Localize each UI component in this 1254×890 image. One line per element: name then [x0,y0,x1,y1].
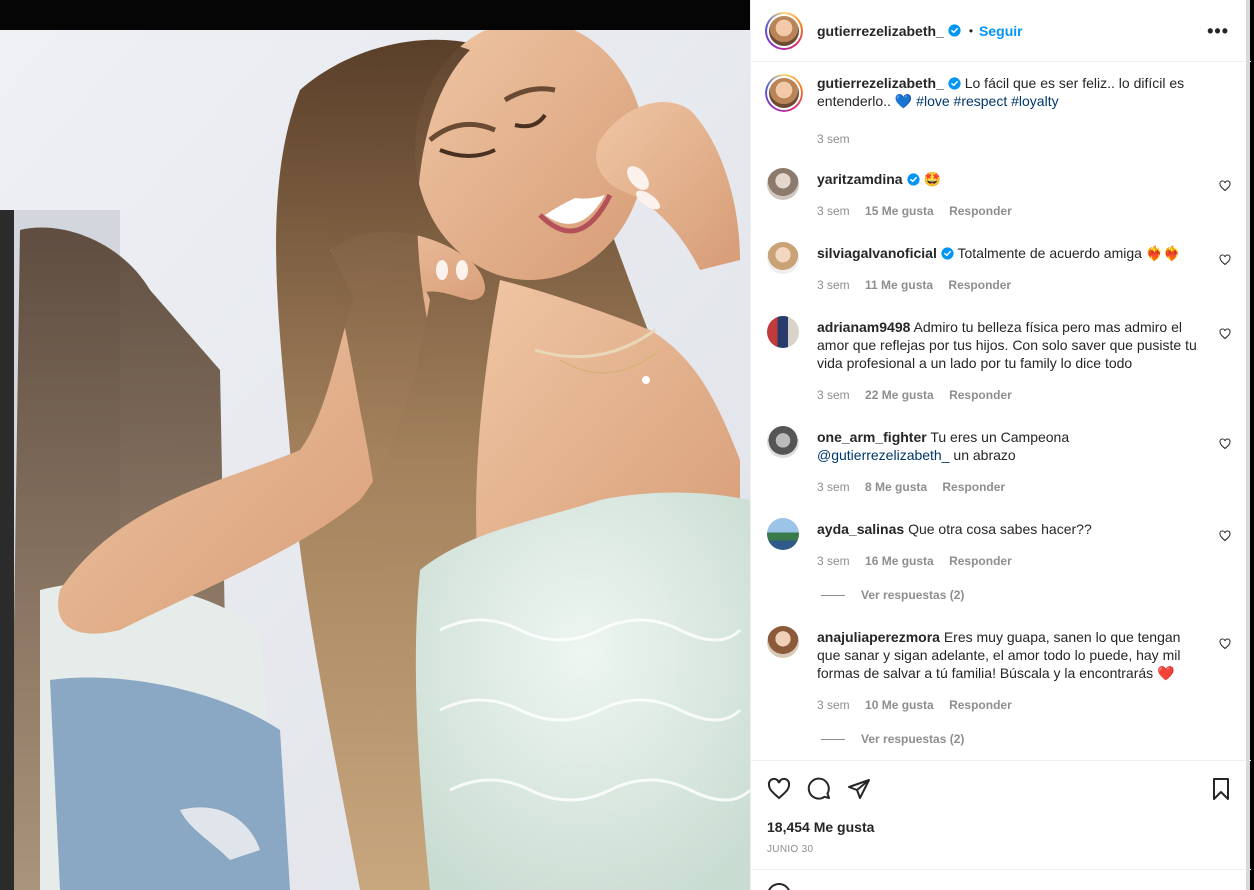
post-actions-footer: 18,454 Me gusta JUNIO 30 [751,760,1251,890]
comment-meta: 3 sem 10 Me gusta Responder [817,698,1024,712]
heart-icon[interactable] [767,777,791,801]
post-sidebar: gutierrezelizabeth_ • Seguir ••• gutierr… [750,0,1251,890]
commenter-username[interactable]: silviagalvanoficial [817,245,937,261]
caption-time[interactable]: 3 sem [817,132,850,146]
comment-meta: 3 sem 16 Me gusta Responder [817,554,1024,568]
caption-avatar[interactable] [765,74,803,112]
view-replies-label: Ver respuestas (2) [861,732,965,746]
emoji-icon[interactable] [767,883,791,890]
comment-text-continued: un abrazo [953,447,1016,463]
post-photo[interactable] [0,30,750,890]
author-avatar[interactable] [765,11,803,50]
comment-meta: 3 sem 8 Me gusta Responder [817,480,1017,494]
verified-badge-icon [941,247,954,260]
comment-time[interactable]: 3 sem [817,698,850,712]
replies-divider [821,739,845,741]
commenter-username[interactable]: one_arm_fighter [817,429,927,445]
more-options-icon[interactable]: ••• [1207,22,1229,40]
verified-badge-icon [948,77,961,90]
reply-button[interactable]: Responder [949,554,1012,568]
comment-meta: 3 sem 11 Me gusta Responder [817,278,1023,292]
comment-text: Que otra cosa sabes hacer?? [908,521,1092,537]
comment-body: yaritzamdina 🤩 [817,170,1203,188]
comment-likes[interactable]: 11 Me gusta [865,278,933,292]
commenter-avatar[interactable] [767,168,799,200]
view-replies-button[interactable]: Ver respuestas (2) [821,588,964,602]
like-comment-heart-icon[interactable] [1219,438,1231,450]
commenter-username[interactable]: yaritzamdina [817,171,903,187]
comment-text: Tu eres un Campeona [930,429,1070,445]
bookmark-icon[interactable] [1209,777,1233,801]
caption-username[interactable]: gutierrezelizabeth_ [817,75,944,91]
view-replies-button[interactable]: Ver respuestas (2) [821,732,964,746]
like-comment-heart-icon[interactable] [1219,328,1231,340]
share-icon[interactable] [847,777,871,801]
reply-button[interactable]: Responder [942,480,1005,494]
comment-meta: 3 sem 15 Me gusta Responder [817,204,1024,218]
like-comment-heart-icon[interactable] [1219,180,1231,192]
commenter-username[interactable]: adrianam9498 [817,319,910,335]
comment-body: adrianam9498 Admiro tu belleza física pe… [817,318,1203,372]
commenter-avatar[interactable] [767,316,799,348]
replies-divider [821,595,845,597]
comment-icon[interactable] [807,777,831,801]
scrollbar[interactable] [1246,0,1250,890]
action-bar [767,777,871,801]
post-media-panel [0,0,750,890]
view-replies-label: Ver respuestas (2) [861,588,965,602]
comment-body: anajuliaperezmora Eres muy guapa, sanen … [817,628,1203,682]
likes-count[interactable]: 18,454 Me gusta [767,819,874,835]
comment-likes[interactable]: 15 Me gusta [865,204,934,218]
comment-body: one_arm_fighter Tu eres un Campeona @gut… [817,428,1203,464]
commenter-avatar[interactable] [767,242,799,274]
post-date[interactable]: JUNIO 30 [767,844,813,855]
comment-likes[interactable]: 16 Me gusta [865,554,934,568]
commenter-username[interactable]: ayda_salinas [817,521,904,537]
footer-divider [751,869,1251,870]
like-comment-heart-icon[interactable] [1219,638,1231,650]
comment-time[interactable]: 3 sem [817,278,850,292]
caption-text-block: gutierrezelizabeth_ Lo fácil que es ser … [817,74,1203,110]
comment-meta: 3 sem 22 Me gusta Responder [817,388,1024,402]
commenter-avatar[interactable] [767,426,799,458]
comment-likes[interactable]: 22 Me gusta [865,388,934,402]
comment-body: silviagalvanoficial Totalmente de acuerd… [817,244,1203,262]
commenter-avatar[interactable] [767,626,799,658]
comment-text: 🤩 [923,171,941,187]
hashtag-loyalty[interactable]: #loyalty [1011,93,1058,109]
like-comment-heart-icon[interactable] [1219,530,1231,542]
caption-meta: 3 sem [817,132,862,146]
verified-badge-icon [907,173,920,186]
author-username[interactable]: gutierrezelizabeth_ [817,23,944,39]
comment-body: ayda_salinas Que otra cosa sabes hacer?? [817,520,1203,538]
reply-button[interactable]: Responder [948,278,1011,292]
follow-button[interactable]: Seguir [979,23,1023,39]
reply-button[interactable]: Responder [949,698,1012,712]
comment-likes[interactable]: 8 Me gusta [865,480,927,494]
like-comment-heart-icon[interactable] [1219,254,1231,266]
comment-likes[interactable]: 10 Me gusta [865,698,934,712]
comment-time[interactable]: 3 sem [817,204,850,218]
blue-heart-emoji: 💙 [894,93,913,109]
commenter-username[interactable]: anajuliaperezmora [817,629,940,645]
post-header: gutierrezelizabeth_ • Seguir ••• [751,0,1251,62]
mention-link[interactable]: @gutierrezelizabeth_ [817,447,950,463]
hashtag-respect[interactable]: #respect [954,93,1008,109]
commenter-avatar[interactable] [767,518,799,550]
reply-button[interactable]: Responder [949,204,1012,218]
comments-list[interactable]: gutierrezelizabeth_ Lo fácil que es ser … [751,62,1251,760]
media-top-bar [0,0,750,30]
comment-time[interactable]: 3 sem [817,480,850,494]
verified-badge-icon [948,24,961,37]
hashtag-love[interactable]: #love [916,93,949,109]
comment-text: Totalmente de acuerdo amiga ❤️‍🔥❤️‍🔥 [957,245,1181,261]
comment-time[interactable]: 3 sem [817,554,850,568]
separator-dot: • [968,23,974,38]
reply-button[interactable]: Responder [949,388,1012,402]
comment-time[interactable]: 3 sem [817,388,850,402]
